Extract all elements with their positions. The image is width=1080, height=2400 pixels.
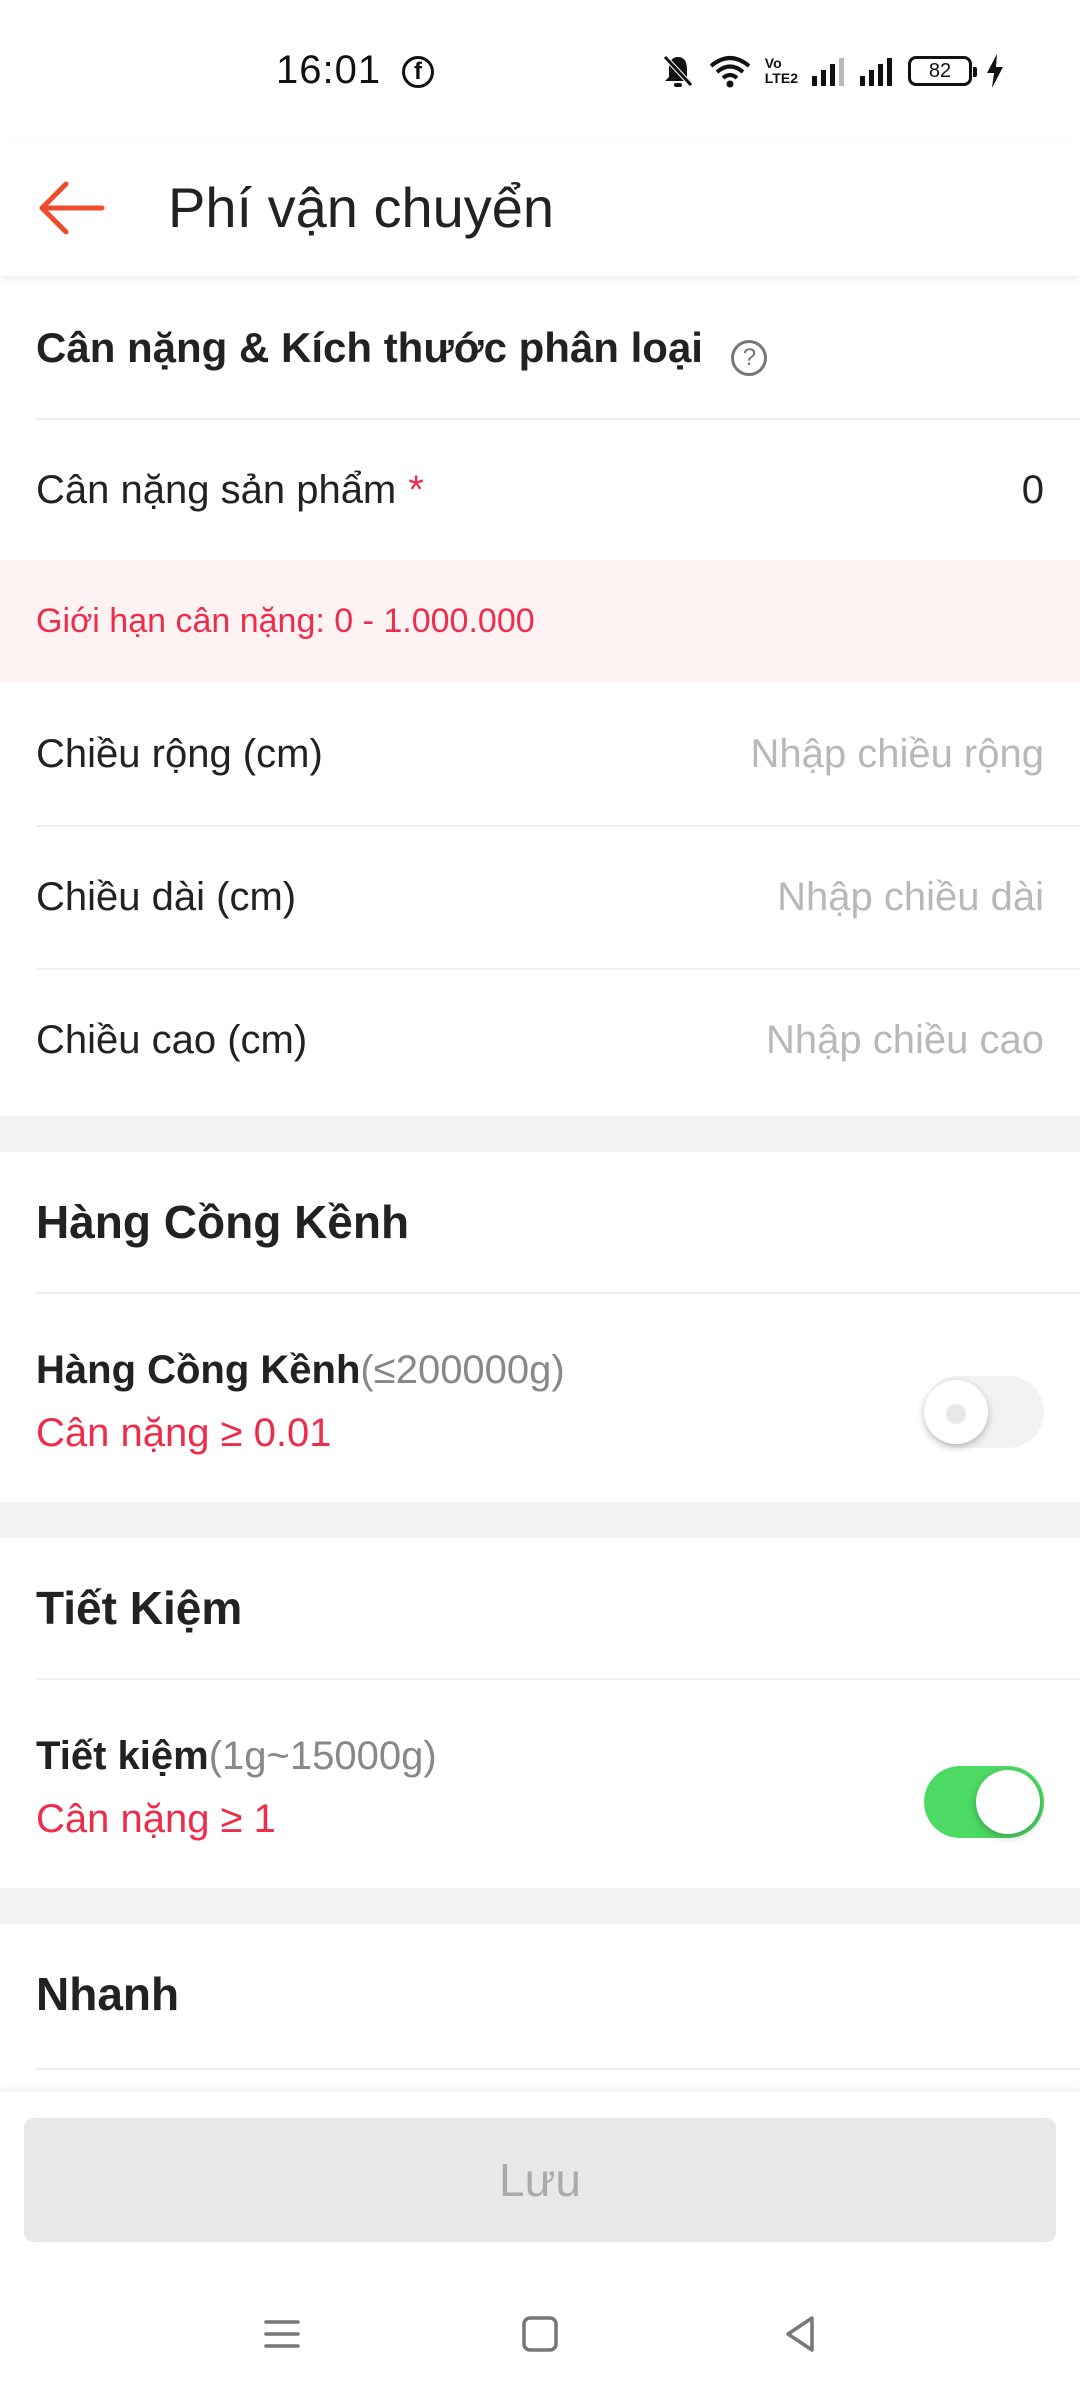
- wifi-icon: [709, 56, 751, 88]
- save-button[interactable]: Lưu: [24, 2118, 1056, 2242]
- back-button[interactable]: [30, 166, 114, 250]
- bulky-option-name: Hàng Cồng Kềnh: [36, 1348, 361, 1392]
- bulky-option-note: Cân nặng ≥ 0.01: [36, 1411, 332, 1455]
- back-triangle-icon: [786, 2316, 814, 2352]
- help-circle-icon[interactable]: ?: [731, 339, 768, 376]
- section-gap: [0, 1116, 1080, 1152]
- home-square-icon: [522, 2316, 558, 2352]
- bulky-option-range: (≤200000g): [360, 1348, 565, 1392]
- signal-icon-1: [812, 58, 844, 86]
- divider: [36, 1678, 1080, 1680]
- system-back-button[interactable]: [770, 2304, 830, 2364]
- width-row: Chiều rộng (cm): [36, 684, 1044, 824]
- width-input[interactable]: [624, 731, 1044, 777]
- dimensions-header: Cân nặng & Kích thước phân loại ?: [36, 310, 1044, 390]
- weight-label-wrap: Cân nặng sản phẩm *: [36, 468, 424, 513]
- length-label: Chiều dài (cm): [36, 874, 297, 919]
- toggle-knob: [976, 1770, 1040, 1834]
- bulky-header: Hàng Cồng Kềnh: [36, 1152, 1044, 1292]
- weight-error-band: Giới hạn cân nặng: 0 - 1.000.000: [0, 560, 1080, 682]
- system-nav-bar: [0, 2264, 1080, 2400]
- economy-toggle[interactable]: [924, 1766, 1044, 1838]
- height-input[interactable]: [624, 1017, 1044, 1063]
- divider: [36, 1292, 1080, 1294]
- required-mark: *: [408, 467, 424, 512]
- bell-off-icon: [662, 55, 693, 87]
- status-icons: Vo LTE2 82: [661, 50, 1004, 92]
- status-time: 16:01: [276, 48, 382, 92]
- fast-header: Nhanh: [36, 1924, 1044, 2064]
- section-gap: [0, 1502, 1080, 1538]
- back-arrow-icon: [39, 181, 105, 235]
- width-label: Chiều rộng (cm): [36, 731, 323, 776]
- status-bar: 16:01 f Vo LTE2 82: [0, 0, 1080, 140]
- bulky-toggle[interactable]: [924, 1376, 1044, 1448]
- weight-error-text: Giới hạn cân nặng: 0 - 1.000.000: [36, 602, 535, 640]
- battery-icon: 82: [908, 56, 977, 86]
- economy-option-name: Tiết kiệm: [36, 1734, 209, 1778]
- economy-option-note: Cân nặng ≥ 1: [36, 1797, 276, 1841]
- dimensions-section: Cân nặng & Kích thước phân loại ? Cân nặ…: [0, 276, 1080, 1116]
- bulky-title: Hàng Cồng Kềnh: [36, 1196, 410, 1248]
- bulky-section: Hàng Cồng Kềnh Hàng Cồng Kềnh(≤200000g) …: [0, 1152, 1080, 1502]
- toggle-knob: [924, 1380, 988, 1444]
- menu-icon: [264, 2320, 300, 2348]
- bottom-bar: Lưu: [0, 2092, 1080, 2264]
- economy-title: Tiết Kiệm: [36, 1582, 243, 1634]
- divider: [36, 2068, 1080, 2070]
- fast-section: Nhanh: [0, 1924, 1080, 2092]
- menu-button[interactable]: [252, 2304, 312, 2364]
- height-row: Chiều cao (cm): [36, 970, 1044, 1110]
- weight-value[interactable]: 0: [1022, 468, 1044, 513]
- length-input[interactable]: [624, 874, 1044, 920]
- home-button[interactable]: [510, 2304, 570, 2364]
- section-gap: [0, 1888, 1080, 1924]
- economy-header: Tiết Kiệm: [36, 1538, 1044, 1678]
- volte-icon: Vo LTE2: [764, 55, 798, 86]
- facebook-icon: f: [402, 56, 434, 88]
- length-row: Chiều dài (cm): [36, 827, 1044, 967]
- page-title: Phí vận chuyển: [168, 176, 555, 239]
- charging-icon: [987, 54, 1003, 88]
- app-bar: Phí vận chuyển: [0, 140, 1080, 276]
- dimensions-header-label: Cân nặng & Kích thước phân loại: [36, 324, 703, 372]
- economy-section: Tiết Kiệm Tiết kiệm(1g~15000g) Cân nặng …: [0, 1538, 1080, 1888]
- economy-option-text: Tiết kiệm(1g~15000g) Cân nặng ≥ 1: [36, 1734, 437, 1842]
- height-label: Chiều cao (cm): [36, 1017, 308, 1062]
- signal-icon-2: [860, 58, 892, 86]
- weight-label: Cân nặng sản phẩm: [36, 467, 397, 512]
- fast-title: Nhanh: [36, 1968, 180, 2020]
- economy-option-range: (1g~15000g): [208, 1734, 437, 1778]
- bulky-option-text: Hàng Cồng Kềnh(≤200000g) Cân nặng ≥ 0.01: [36, 1348, 565, 1456]
- weight-row[interactable]: Cân nặng sản phẩm * 0: [36, 420, 1044, 560]
